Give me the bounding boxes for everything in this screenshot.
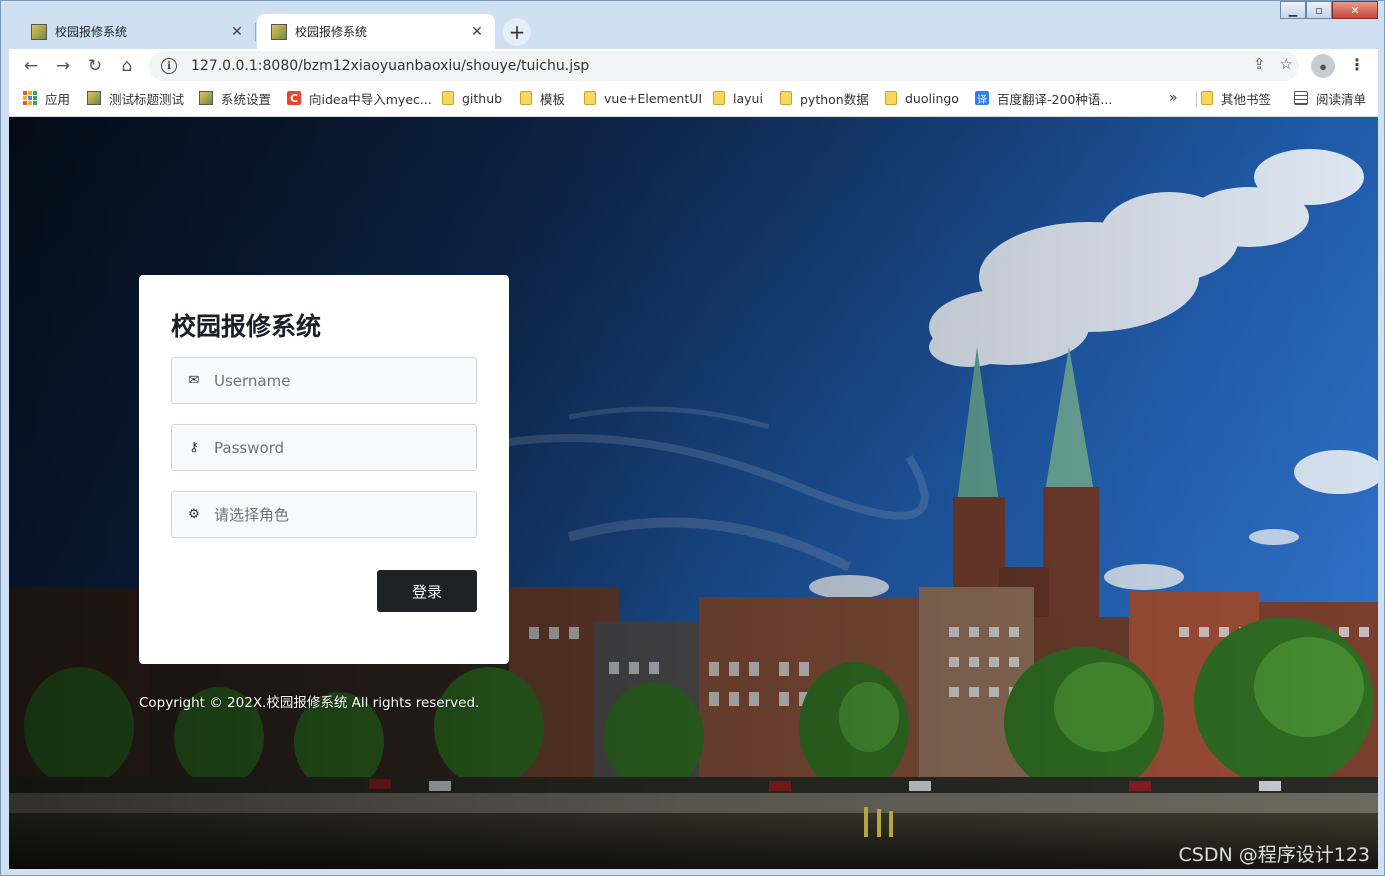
- bookmark-star-icon[interactable]: ☆: [1280, 55, 1293, 73]
- image-icon: [87, 91, 101, 105]
- new-tab-button[interactable]: +: [503, 18, 531, 46]
- folder-icon: [1201, 91, 1213, 105]
- favicon-icon: [271, 23, 287, 40]
- username-input[interactable]: [214, 371, 464, 390]
- csdn-icon: C: [287, 91, 301, 105]
- bookmark-label: 向idea中导入myec...: [309, 91, 432, 107]
- bookmark-folder[interactable]: 模板: [520, 83, 565, 113]
- tab-close-icon[interactable]: ✕: [229, 24, 245, 40]
- folder-icon: [442, 91, 454, 105]
- translate-icon: 译: [975, 91, 989, 106]
- reading-list-icon: [1294, 91, 1308, 105]
- site-info-icon[interactable]: i: [161, 58, 177, 74]
- bookmark-label: 模板: [540, 91, 566, 107]
- bookmark-label: vue+ElementUI: [604, 90, 703, 106]
- folder-icon: [885, 91, 897, 105]
- bookmark-item[interactable]: 系统设置: [199, 83, 271, 113]
- home-icon[interactable]: ⌂: [115, 54, 139, 78]
- bookmark-label: 系统设置: [221, 91, 272, 107]
- folder-icon: [584, 91, 596, 105]
- bookmark-label: 阅读清单: [1316, 91, 1367, 107]
- bookmarks-divider: [1196, 91, 1197, 107]
- bookmark-other-folder[interactable]: 其他书签: [1201, 83, 1271, 113]
- image-icon: [199, 91, 213, 105]
- reload-icon[interactable]: ↻: [83, 54, 107, 78]
- role-select[interactable]: [214, 505, 464, 524]
- address-bar[interactable]: i 127.0.0.1:8080/bzm12xiaoyuanbaoxiu/sho…: [149, 51, 1299, 81]
- bookmark-label: 应用: [45, 91, 71, 107]
- csdn-watermark: CSDN @程序设计123: [1178, 844, 1370, 866]
- favicon-icon: [31, 23, 47, 40]
- bookmark-label: github: [462, 90, 503, 106]
- login-page: 校园报修系统 ✉ ⚷ ⚙ 登录 Copyright © 202X.校园报修系统 …: [9, 117, 1378, 869]
- tab-inactive[interactable]: 校园报修系统 ✕: [17, 14, 255, 49]
- bookmark-folder[interactable]: duolingo: [885, 83, 959, 113]
- folder-icon: [780, 91, 792, 105]
- bookmark-label: duolingo: [905, 90, 959, 106]
- back-arrow-icon[interactable]: ←: [19, 54, 43, 78]
- bookmark-label: 测试标题测试: [109, 91, 185, 107]
- browser-window: ▁ ▫ ✕ 校园报修系统 ✕ 校园报修系统 ✕ + ← → ↻ ⌂ i 127.…: [0, 0, 1385, 876]
- tab-strip: 校园报修系统 ✕ 校园报修系统 ✕ +: [9, 9, 1378, 49]
- tab-title: 校园报修系统: [55, 25, 128, 39]
- envelope-icon: ✉: [188, 373, 200, 388]
- url-text[interactable]: 127.0.0.1:8080/bzm12xiaoyuanbaoxiu/shouy…: [191, 58, 589, 74]
- bookmark-item[interactable]: 译 百度翻译-200种语...: [975, 83, 1112, 113]
- bookmarks-overflow-button[interactable]: »: [1169, 83, 1178, 113]
- apps-icon: [23, 91, 37, 105]
- browser-toolbar: ← → ↻ ⌂ i 127.0.0.1:8080/bzm12xiaoyuanba…: [9, 49, 1378, 83]
- username-field[interactable]: ✉: [171, 357, 477, 404]
- login-card: 校园报修系统 ✉ ⚷ ⚙ 登录: [139, 275, 509, 664]
- share-icon[interactable]: ⇪: [1253, 55, 1266, 73]
- tab-title: 校园报修系统: [295, 25, 368, 39]
- folder-icon: [520, 91, 532, 105]
- bookmark-item[interactable]: C 向idea中导入myec...: [287, 83, 432, 113]
- bookmarks-bar: 应用 测试标题测试 系统设置 C 向idea中导入myec... github …: [9, 83, 1378, 117]
- tab-divider: [255, 23, 256, 41]
- bookmark-folder[interactable]: layui: [713, 83, 763, 113]
- gears-icon: ⚙: [188, 507, 200, 522]
- bookmark-folder[interactable]: python数据: [780, 83, 869, 113]
- bookmark-folder[interactable]: vue+ElementUI: [584, 83, 702, 113]
- bookmark-label: python数据: [800, 91, 869, 107]
- tab-close-icon[interactable]: ✕: [469, 24, 485, 40]
- browser-menu-icon[interactable]: ⋮: [1347, 54, 1367, 78]
- bookmark-item[interactable]: 测试标题测试: [87, 83, 184, 113]
- bookmark-label: 百度翻译-200种语...: [997, 91, 1113, 107]
- password-input[interactable]: [214, 438, 464, 457]
- folder-icon: [713, 91, 725, 105]
- login-title: 校园报修系统: [171, 312, 322, 341]
- bookmark-apps[interactable]: 应用: [23, 83, 70, 113]
- profile-avatar-icon[interactable]: ●: [1311, 54, 1335, 78]
- bookmark-folder[interactable]: github: [442, 83, 502, 113]
- role-field[interactable]: ⚙: [171, 491, 477, 538]
- bookmark-label: 其他书签: [1221, 91, 1272, 107]
- key-icon: ⚷: [189, 440, 199, 455]
- password-field[interactable]: ⚷: [171, 424, 477, 471]
- bookmark-label: layui: [733, 90, 763, 106]
- bookmark-reading-list[interactable]: 阅读清单: [1294, 83, 1366, 113]
- login-button[interactable]: 登录: [377, 570, 477, 612]
- tab-active[interactable]: 校园报修系统 ✕: [257, 14, 495, 49]
- copyright-text: Copyright © 202X.校园报修系统 All rights reser…: [139, 695, 480, 711]
- forward-arrow-icon[interactable]: →: [51, 54, 75, 78]
